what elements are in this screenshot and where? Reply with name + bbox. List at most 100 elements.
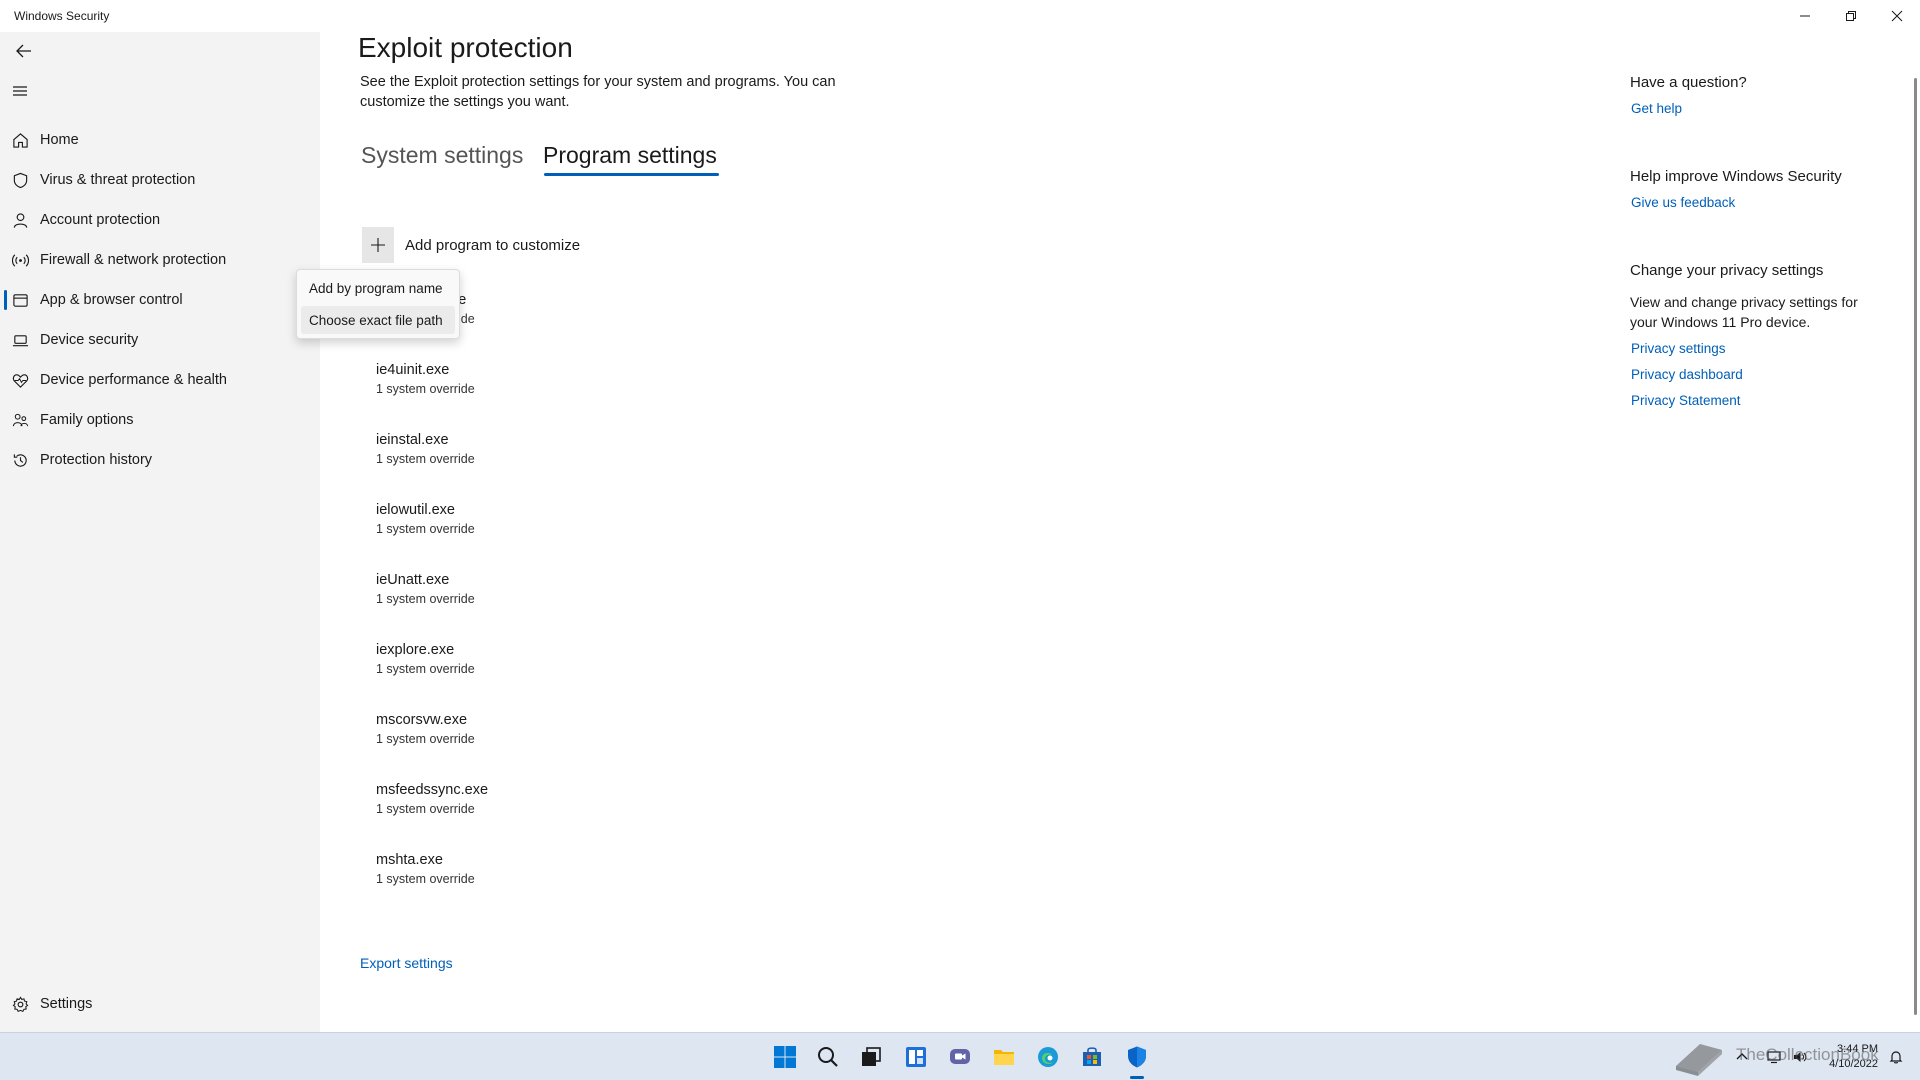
program-item[interactable]: msfeedssync.exe 1 system override <box>376 780 776 818</box>
search-icon <box>818 1047 838 1067</box>
edge-icon <box>1038 1047 1058 1067</box>
sidebar-item-device-performance[interactable]: Device performance & health <box>0 360 320 400</box>
program-override-count: 1 system override <box>376 382 475 396</box>
back-button[interactable] <box>6 35 42 67</box>
close-icon <box>1891 10 1903 22</box>
start-button[interactable] <box>769 1041 801 1073</box>
add-program-menu: Add by program name Choose exact file pa… <box>296 269 460 339</box>
show-hidden-icons-button[interactable] <box>1732 1047 1752 1067</box>
vertical-scrollbar[interactable] <box>1914 78 1917 1015</box>
minimize-button[interactable] <box>1782 0 1828 32</box>
notification-bell-icon <box>1889 1051 1903 1064</box>
file-explorer-button[interactable] <box>988 1041 1020 1073</box>
taskbar-search-button[interactable] <box>812 1041 844 1073</box>
active-tab-indicator <box>544 173 719 176</box>
active-app-indicator <box>1130 1076 1144 1079</box>
gear-icon <box>0 984 40 1024</box>
privacy-description: View and change privacy settings for you… <box>1630 294 1858 330</box>
program-name: mscorsvw.exe <box>376 712 468 728</box>
question-heading: Have a question? <box>1630 74 1747 91</box>
sidebar-item-label: Firewall & network protection <box>40 252 227 268</box>
chat-icon <box>950 1049 970 1064</box>
store-icon <box>1083 1047 1101 1066</box>
give-feedback-link[interactable]: Give us feedback <box>1631 195 1735 210</box>
clock-time: 3:44 PM <box>1837 1043 1878 1055</box>
program-item[interactable]: iexplore.exe 1 system override <box>376 640 776 678</box>
settings-label: Settings <box>40 996 93 1012</box>
file-explorer-icon <box>994 1050 1014 1065</box>
edge-button[interactable] <box>1032 1041 1064 1073</box>
sidebar-item-account-protection[interactable]: Account protection <box>0 200 320 240</box>
network-tray-button[interactable] <box>1764 1047 1784 1067</box>
program-item[interactable]: ieUnatt.exe 1 system override <box>376 570 776 608</box>
store-button[interactable] <box>1076 1041 1108 1073</box>
program-override-count: 1 system override <box>376 802 475 816</box>
program-override-count: 1 system override <box>376 732 475 746</box>
sidebar-item-family-options[interactable]: Family options <box>0 400 320 440</box>
add-program-label: Add program to customize <box>405 236 581 254</box>
network-icon <box>1767 1051 1781 1064</box>
program-name: ie4uinit.exe <box>376 362 450 378</box>
window-title: Windows Security <box>14 9 110 23</box>
back-arrow-icon <box>16 44 31 58</box>
program-item[interactable]: mscorsvw.exe 1 system override <box>376 710 776 748</box>
program-override-count: 1 system override <box>376 592 475 606</box>
program-item[interactable]: ieinstal.exe 1 system override <box>376 430 776 468</box>
add-program-button[interactable]: Add program to customize <box>362 227 580 263</box>
windows-security-taskbar-button[interactable] <box>1121 1041 1153 1073</box>
privacy-dashboard-link[interactable]: Privacy dashboard <box>1631 367 1743 382</box>
program-name: ielowutil.exe <box>376 502 455 518</box>
export-settings-link[interactable]: Export settings <box>360 955 453 971</box>
taskbar-clock[interactable]: 3:44 PM 4/10/2022 <box>1818 1042 1878 1072</box>
person-icon <box>0 200 40 240</box>
sidebar-item-label: Virus & threat protection <box>40 172 196 188</box>
program-name: ieUnatt.exe <box>376 572 450 588</box>
program-item[interactable]: ie4uinit.exe 1 system override <box>376 360 776 398</box>
volume-tray-button[interactable] <box>1790 1047 1810 1067</box>
notifications-button[interactable] <box>1886 1047 1906 1067</box>
chevron-up-icon <box>1736 1053 1748 1060</box>
tab-program-settings[interactable]: Program settings <box>543 142 717 169</box>
program-name: msfeedssync.exe <box>376 782 489 798</box>
sidebar-item-virus-threat-protection[interactable]: Virus & threat protection <box>0 160 320 200</box>
get-help-link[interactable]: Get help <box>1631 101 1682 116</box>
page-description: See the Exploit protection settings for … <box>360 74 836 110</box>
privacy-settings-link[interactable]: Privacy settings <box>1631 341 1726 356</box>
plus-icon <box>362 227 394 263</box>
restore-button[interactable] <box>1828 0 1874 32</box>
sidebar-item-settings[interactable]: Settings <box>0 984 320 1024</box>
program-item[interactable]: mshta.exe 1 system override <box>376 850 776 888</box>
page-title: Exploit protection <box>358 32 573 63</box>
laptop-icon <box>0 320 40 360</box>
program-name: ieinstal.exe <box>376 432 449 448</box>
hamburger-icon <box>13 86 27 96</box>
home-icon <box>0 120 40 160</box>
widgets-button[interactable] <box>900 1041 932 1073</box>
history-icon <box>0 440 40 480</box>
sidebar-item-device-security[interactable]: Device security <box>0 320 320 360</box>
program-override-count: 1 system override <box>376 452 475 466</box>
heart-icon <box>0 360 40 400</box>
sidebar: Home Virus & threat protection Account p… <box>0 32 320 1032</box>
sidebar-item-app-browser-control[interactable]: App & browser control <box>0 280 320 320</box>
start-icon <box>774 1046 796 1068</box>
sidebar-item-home[interactable]: Home <box>0 120 320 160</box>
shield-icon <box>0 160 40 200</box>
close-button[interactable] <box>1874 0 1920 32</box>
menu-button[interactable] <box>2 75 38 107</box>
menu-item-add-by-program-name[interactable]: Add by program name <box>301 274 455 302</box>
title-bar: Windows Security <box>0 0 1920 32</box>
privacy-statement-link[interactable]: Privacy Statement <box>1631 393 1741 408</box>
sidebar-item-protection-history[interactable]: Protection history <box>0 440 320 480</box>
widgets-icon <box>906 1047 926 1067</box>
sidebar-item-firewall[interactable]: Firewall & network protection <box>0 240 320 280</box>
sidebar-item-label: Protection history <box>40 452 153 468</box>
sidebar-item-label: Device security <box>40 332 139 348</box>
family-icon <box>0 400 40 440</box>
task-view-button[interactable] <box>855 1041 887 1073</box>
program-item[interactable]: ielowutil.exe 1 system override <box>376 500 776 538</box>
menu-item-choose-exact-file-path[interactable]: Choose exact file path <box>301 306 455 334</box>
chat-button[interactable] <box>944 1041 976 1073</box>
tab-system-settings[interactable]: System settings <box>361 142 523 169</box>
sidebar-item-label: App & browser control <box>40 292 183 308</box>
